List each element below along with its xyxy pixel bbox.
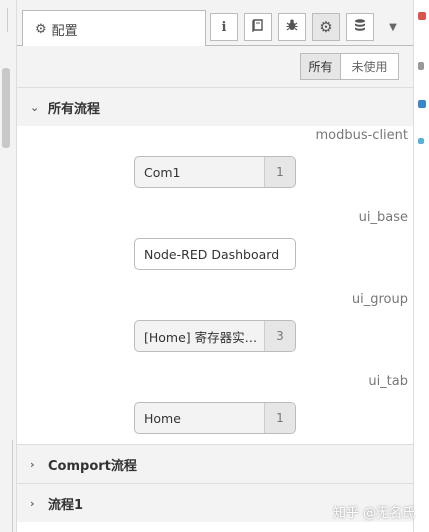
- chevron-down-icon[interactable]: ▼: [382, 13, 404, 41]
- filter-toggle-group: 所有 未使用: [300, 53, 399, 80]
- tab-help[interactable]: [244, 13, 272, 41]
- filter-bar: 所有 未使用: [17, 46, 413, 88]
- left-strip-divider-bottom: [12, 440, 14, 532]
- section-title: 所有流程: [48, 101, 101, 117]
- config-node-usage-count: 1: [264, 157, 295, 187]
- watermark: 知乎 @无名氏: [333, 506, 416, 521]
- tab-config-label: 配置: [51, 23, 78, 39]
- left-scrollbar-thumb[interactable]: [2, 68, 10, 148]
- tab-info[interactable]: i: [210, 13, 238, 41]
- config-panel: ⚙ 配置 i ⚙ ▼ 所有 未使用 ⌄ 所有流程 modbus-client C…: [17, 0, 413, 532]
- chevron-right-icon: ›: [30, 457, 35, 471]
- config-node-item[interactable]: Com1 1: [134, 156, 296, 188]
- section-all-flows[interactable]: ⌄ 所有流程: [17, 88, 413, 126]
- arrow-icon: [418, 138, 424, 144]
- tab-debug[interactable]: [278, 13, 306, 41]
- config-node-name: Home: [144, 410, 181, 426]
- config-node-item[interactable]: [Home] 寄存器实… 3: [134, 320, 296, 352]
- tab-config-icon[interactable]: ⚙: [312, 13, 340, 41]
- chevron-right-icon: ›: [30, 496, 35, 510]
- chevron-down-icon: ⌄: [30, 100, 40, 114]
- marker-icon: [418, 62, 424, 70]
- config-node-item[interactable]: Home 1: [134, 402, 296, 434]
- tab-config[interactable]: ⚙ 配置: [22, 10, 206, 47]
- node-type-label: ui_tab: [368, 374, 408, 389]
- filter-unused-button[interactable]: 未使用: [341, 54, 398, 79]
- section-comport-flow[interactable]: › Comport流程: [17, 445, 413, 483]
- config-node-name: Com1: [144, 164, 181, 180]
- node-type-label: ui_base: [358, 210, 408, 225]
- left-scroll-strip: [0, 0, 17, 532]
- bug-icon: [285, 18, 299, 36]
- tab-context[interactable]: [346, 13, 374, 41]
- section-title: Comport流程: [48, 458, 137, 474]
- node-type-label: modbus-client: [315, 128, 408, 143]
- sidebar-tabbar: ⚙ 配置 i ⚙ ▼: [17, 0, 413, 47]
- config-node-usage-count: 3: [264, 321, 295, 351]
- config-node-name: [Home] 寄存器实…: [144, 329, 258, 345]
- config-node-name: Node-RED Dashboard: [144, 246, 280, 262]
- database-icon: [353, 18, 367, 36]
- section-title: 流程1: [48, 497, 84, 513]
- config-node-usage-count: 1: [264, 403, 295, 433]
- node-type-label: ui_group: [351, 292, 408, 307]
- info-marker-icon: [418, 100, 426, 108]
- filter-all-button[interactable]: 所有: [301, 54, 341, 79]
- gear-icon: ⚙: [319, 18, 333, 36]
- flag-icon: [418, 12, 426, 20]
- book-icon: [251, 18, 265, 36]
- left-strip-divider: [7, 8, 9, 32]
- right-edge-strip: [413, 0, 429, 532]
- info-icon: i: [221, 19, 227, 35]
- config-node-item[interactable]: Node-RED Dashboard: [134, 238, 296, 270]
- gear-icon: ⚙: [35, 21, 47, 37]
